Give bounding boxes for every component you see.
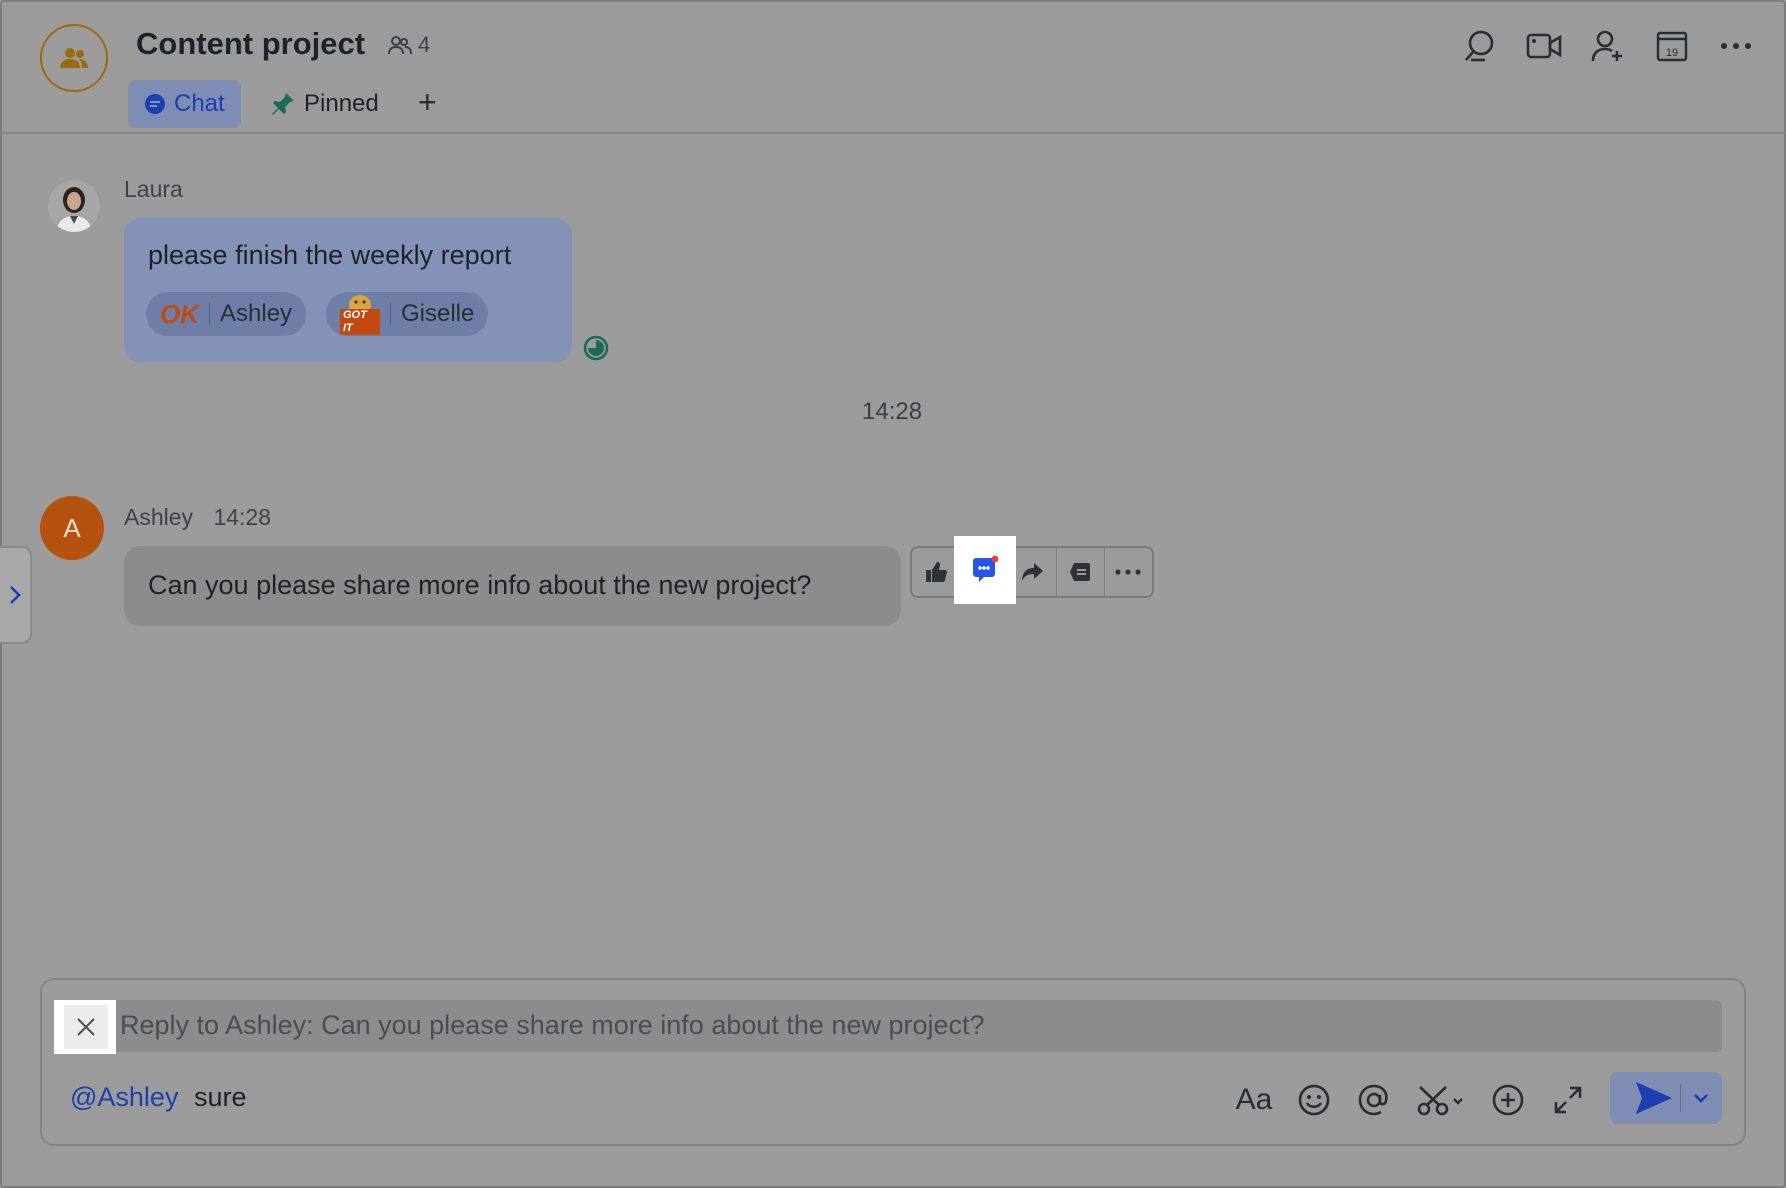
composer-input[interactable]: sure xyxy=(194,1082,247,1113)
reaction-ok[interactable]: OK Ashley xyxy=(146,292,307,336)
sender-name-ashley: Ashley xyxy=(124,504,194,530)
tab-pinned-label: Pinned xyxy=(304,90,379,117)
screenshot-button[interactable] xyxy=(1414,1078,1470,1122)
screenshot-icon xyxy=(1417,1086,1463,1116)
send-icon xyxy=(1636,1082,1672,1114)
add-member-button[interactable] xyxy=(1588,26,1628,66)
members-icon xyxy=(388,36,412,55)
forward-icon xyxy=(1022,563,1043,581)
add-attachment-button[interactable] xyxy=(1486,1078,1530,1122)
mention-button[interactable] xyxy=(1352,1078,1396,1122)
ok-sticker: OK xyxy=(160,298,199,329)
more-icon xyxy=(1721,43,1751,49)
message-action-toolbar xyxy=(910,546,1154,598)
expand-icon xyxy=(1554,1086,1582,1114)
quote-reply-icon xyxy=(1070,563,1091,581)
message-text: Can you please share more info about the… xyxy=(148,570,812,600)
calendar-button[interactable]: 19 xyxy=(1652,26,1692,66)
avatar-laura[interactable] xyxy=(48,180,100,232)
calendar-day: 19 xyxy=(1666,47,1678,59)
person-photo-icon xyxy=(56,187,92,232)
video-call-button[interactable] xyxy=(1524,26,1564,66)
reply-thread-highlight[interactable] xyxy=(954,536,1016,604)
message-bubble[interactable]: please finish the weekly report xyxy=(124,218,572,362)
tab-pinned[interactable]: Pinned xyxy=(254,80,395,128)
cancel-reply-button[interactable] xyxy=(64,1005,108,1049)
tab-chat[interactable]: Chat xyxy=(128,80,241,128)
chat-bubble-icon xyxy=(145,94,165,114)
sender-name: Laura xyxy=(124,176,183,202)
message-bubble[interactable]: Can you please share more info about the… xyxy=(124,546,901,626)
group-avatar[interactable] xyxy=(40,24,108,92)
time-divider: 14:28 xyxy=(862,398,923,425)
mention-icon xyxy=(1358,1084,1388,1116)
calendar-icon: 19 xyxy=(1656,31,1688,62)
add-icon xyxy=(1492,1084,1524,1116)
reaction-got-it[interactable]: GOT IT Giselle xyxy=(326,292,489,336)
reaction-separator xyxy=(390,303,391,325)
got-it-text: GOT IT xyxy=(340,309,380,335)
reaction-user: Ashley xyxy=(220,300,293,327)
close-icon xyxy=(77,1018,95,1036)
reaction-separator xyxy=(209,303,210,325)
member-count[interactable]: 4 xyxy=(388,32,430,58)
message-more-button[interactable] xyxy=(1105,548,1152,596)
chevron-right-icon xyxy=(10,586,21,604)
avatar-ashley[interactable]: A xyxy=(40,496,104,560)
reply-preview-text: Reply to Ashley: Can you please share mo… xyxy=(120,1010,985,1040)
mention-tag[interactable]: @Ashley xyxy=(70,1082,178,1113)
group-icon xyxy=(60,48,88,68)
sidebar-expand-toggle[interactable] xyxy=(0,546,32,644)
message-text: please finish the weekly report xyxy=(148,240,512,270)
sender-name: Ashley 14:28 xyxy=(124,504,271,531)
emoji-button[interactable] xyxy=(1292,1078,1336,1122)
pin-icon xyxy=(272,93,294,115)
member-count-value: 4 xyxy=(418,32,431,57)
add-tab-button[interactable]: + xyxy=(418,84,437,121)
text-format-button[interactable]: Aa xyxy=(1232,1078,1276,1122)
reply-thread-icon xyxy=(973,555,999,582)
expand-composer-button[interactable] xyxy=(1546,1078,1590,1122)
message-time: 14:28 xyxy=(213,504,271,530)
header-divider xyxy=(0,132,1786,134)
more-button[interactable] xyxy=(1716,26,1756,66)
search-icon xyxy=(1465,30,1494,62)
text-format-icon: Aa xyxy=(1235,1083,1273,1116)
add-member-icon xyxy=(1591,30,1622,62)
avatar-letter: A xyxy=(63,512,81,543)
page-title: Content project xyxy=(136,26,366,61)
read-status-icon xyxy=(582,334,610,362)
send-button[interactable] xyxy=(1610,1072,1722,1124)
search-button[interactable] xyxy=(1460,26,1500,66)
got-it-sticker: GOT IT xyxy=(340,293,380,335)
smiley-sticker-icon xyxy=(349,295,371,309)
reaction-user: Giselle xyxy=(401,300,475,327)
send-separator xyxy=(1680,1084,1681,1112)
thumbs-up-icon xyxy=(925,562,947,582)
video-call-icon xyxy=(1526,33,1562,59)
like-button[interactable] xyxy=(912,548,961,596)
emoji-icon xyxy=(1298,1084,1330,1116)
more-icon xyxy=(1115,569,1142,575)
quote-reply-button[interactable] xyxy=(1057,548,1105,596)
tab-chat-label: Chat xyxy=(174,90,225,117)
chevron-down-icon[interactable] xyxy=(1693,1093,1709,1103)
